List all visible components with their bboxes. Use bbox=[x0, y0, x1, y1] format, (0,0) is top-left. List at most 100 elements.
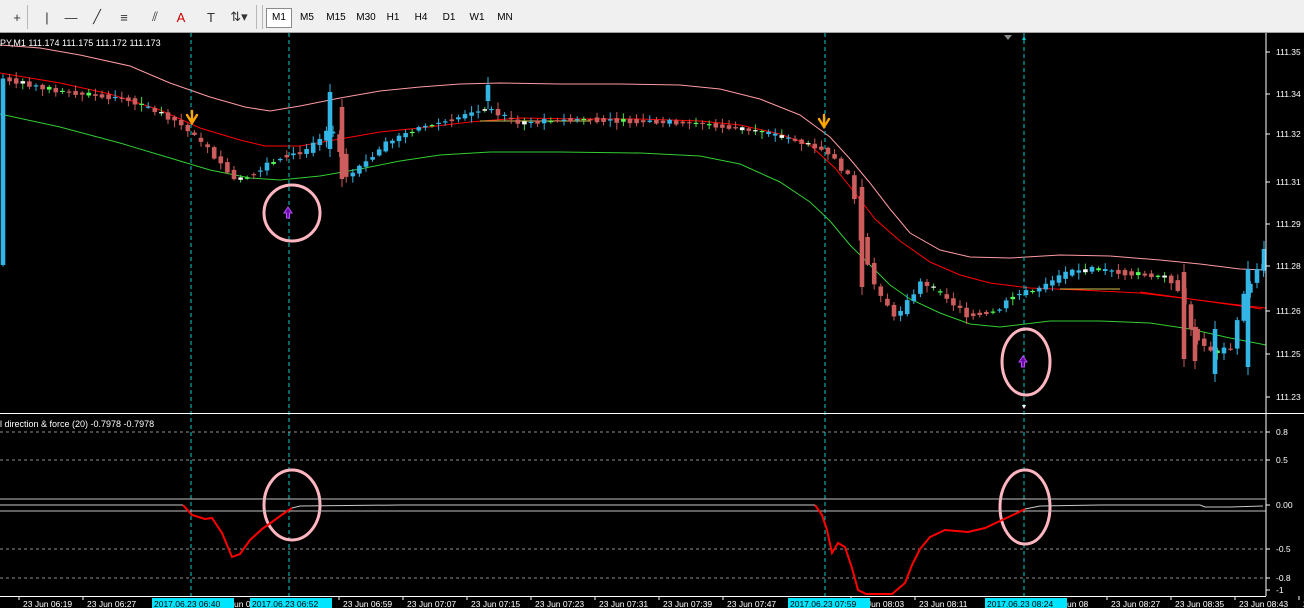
toolbar-separator bbox=[27, 5, 28, 29]
bullish-candle bbox=[1245, 269, 1251, 367]
time-label: 23 Jun 08:43 bbox=[1239, 599, 1288, 608]
bullish-candle bbox=[403, 133, 408, 138]
bullish-candle bbox=[409, 131, 415, 134]
timeframe-w1[interactable]: W1 bbox=[464, 8, 490, 28]
arrows-dropdown-icon[interactable]: ⇅▾ bbox=[228, 6, 250, 28]
fibonacci-icon[interactable]: ≡ bbox=[113, 6, 135, 28]
indicator-header: l direction & force (20) -0.7978 -0.7978 bbox=[0, 419, 154, 429]
bullish-candle bbox=[350, 172, 356, 177]
timeframe-m15[interactable]: M15 bbox=[322, 8, 350, 28]
bearish-candle bbox=[568, 118, 573, 122]
bullish-candle bbox=[918, 281, 923, 294]
bearish-candle bbox=[660, 120, 666, 124]
bearish-candle bbox=[1175, 280, 1181, 291]
timeframe-d1[interactable]: D1 bbox=[436, 8, 462, 28]
bullish-candle bbox=[1135, 272, 1141, 276]
timeframe-h1[interactable]: H1 bbox=[380, 8, 406, 28]
bearish-candle bbox=[1129, 271, 1134, 276]
bullish-candle bbox=[997, 309, 1002, 311]
text-label-icon[interactable]: T bbox=[200, 6, 222, 28]
bearish-candle bbox=[522, 121, 527, 125]
time-label: 23 Jun 07:23 bbox=[535, 599, 584, 608]
timeframe-m30[interactable]: M30 bbox=[352, 8, 380, 28]
bullish-candle bbox=[1089, 266, 1095, 272]
indicator-panel[interactable] bbox=[0, 431, 1266, 595]
bullish-candle bbox=[693, 122, 699, 125]
bearish-candle bbox=[495, 108, 501, 116]
time-label: 23 Jun 07:39 bbox=[663, 599, 712, 608]
bullish-candle bbox=[786, 137, 791, 139]
bearish-candle bbox=[614, 118, 620, 123]
bearish-candle bbox=[865, 237, 870, 265]
bearish-candle bbox=[53, 88, 59, 93]
indicator-scale-label: 0.8 bbox=[1276, 427, 1288, 437]
bullish-candle bbox=[528, 121, 534, 124]
bullish-candle bbox=[1212, 329, 1218, 374]
indicator-scale-label: -1 bbox=[1276, 585, 1284, 595]
bearish-candle bbox=[812, 143, 818, 149]
bullish-candle bbox=[898, 310, 903, 316]
bullish-candle bbox=[541, 119, 547, 124]
price-label: 111.28 bbox=[1276, 261, 1301, 271]
bullish-candle bbox=[317, 138, 323, 146]
bullish-candle bbox=[1036, 287, 1042, 292]
bearish-candle bbox=[515, 119, 521, 124]
text-icon[interactable]: A bbox=[170, 6, 192, 28]
bearish-candle bbox=[753, 130, 758, 132]
indicator-scale-label: 0.5 bbox=[1276, 455, 1288, 465]
timeframe-m1[interactable]: M1 bbox=[266, 8, 292, 28]
bullish-candle bbox=[667, 119, 672, 124]
bearish-candle bbox=[970, 313, 976, 317]
timeframe-h4[interactable]: H4 bbox=[408, 8, 434, 28]
time-axis[interactable]: 23 Jun 06:19 23 Jun 06:27 23 Jun 06:59 23 J… bbox=[18, 596, 1304, 608]
bearish-candle bbox=[825, 147, 831, 155]
bearish-candle bbox=[687, 122, 692, 124]
main-chart-panel[interactable] bbox=[0, 33, 1304, 413]
bearish-candle bbox=[871, 262, 877, 285]
bullish-candle bbox=[1017, 293, 1022, 296]
bullish-candle bbox=[937, 291, 943, 293]
bullish-candle bbox=[1076, 270, 1082, 273]
bullish-candle bbox=[469, 112, 474, 116]
bearish-candle bbox=[805, 143, 811, 145]
bearish-candle bbox=[733, 127, 738, 129]
channel-icon[interactable]: ⫽ bbox=[144, 6, 166, 28]
trendline-icon[interactable]: ╱ bbox=[86, 6, 108, 28]
chart-area[interactable]: PY,M1 111.174 111.175 111.172 111.173 11… bbox=[0, 33, 1304, 608]
bearish-candle bbox=[40, 84, 45, 90]
bearish-candle bbox=[1192, 327, 1198, 361]
bearish-candle bbox=[713, 123, 719, 128]
indicator-line-segment bbox=[1024, 504, 1264, 510]
bearish-candle bbox=[1208, 346, 1214, 351]
bearish-candle bbox=[838, 158, 844, 171]
bullish-candle bbox=[46, 86, 52, 90]
bearish-candle bbox=[680, 121, 686, 124]
indicator-scale[interactable]: 0.8 0.5 0.00 -0.5 -0.8 -1 bbox=[1266, 427, 1293, 595]
timeframe-m5[interactable]: M5 bbox=[294, 8, 320, 28]
bearish-candle bbox=[832, 154, 837, 159]
crosshair-icon[interactable]: + bbox=[6, 6, 28, 28]
time-label-partial: un 08 bbox=[1067, 599, 1089, 608]
bearish-candle bbox=[27, 81, 32, 87]
bearish-candle bbox=[1162, 275, 1167, 278]
chart-toolbar: + | — ╱ ≡ ⫽ A T ⇅▾ M1 M5 M15 M30 H1 H4 D1 W1 MN bbox=[0, 0, 1304, 33]
timeframe-mn[interactable]: MN bbox=[492, 8, 518, 28]
bullish-candle bbox=[396, 135, 402, 142]
toolbar-separator bbox=[256, 5, 257, 29]
horizontal-line-icon[interactable]: — bbox=[60, 6, 82, 28]
time-label-partial: un 0 bbox=[234, 599, 251, 608]
bullish-candle bbox=[310, 142, 316, 153]
bearish-candle bbox=[482, 109, 488, 111]
bullish-candle bbox=[574, 119, 580, 121]
bearish-candle bbox=[251, 174, 257, 176]
vertical-line-icon[interactable]: | bbox=[36, 6, 58, 28]
bullish-candle bbox=[759, 130, 765, 133]
indicator-scale-label: -0.8 bbox=[1276, 573, 1291, 583]
bullish-candle bbox=[462, 114, 468, 119]
bullish-candle bbox=[621, 118, 626, 122]
bearish-candle bbox=[746, 128, 752, 131]
bullish-candle bbox=[383, 141, 389, 152]
bullish-candle bbox=[911, 294, 917, 302]
time-label: 23 Jun 07:07 bbox=[407, 599, 456, 608]
highlight-circle bbox=[262, 468, 322, 542]
